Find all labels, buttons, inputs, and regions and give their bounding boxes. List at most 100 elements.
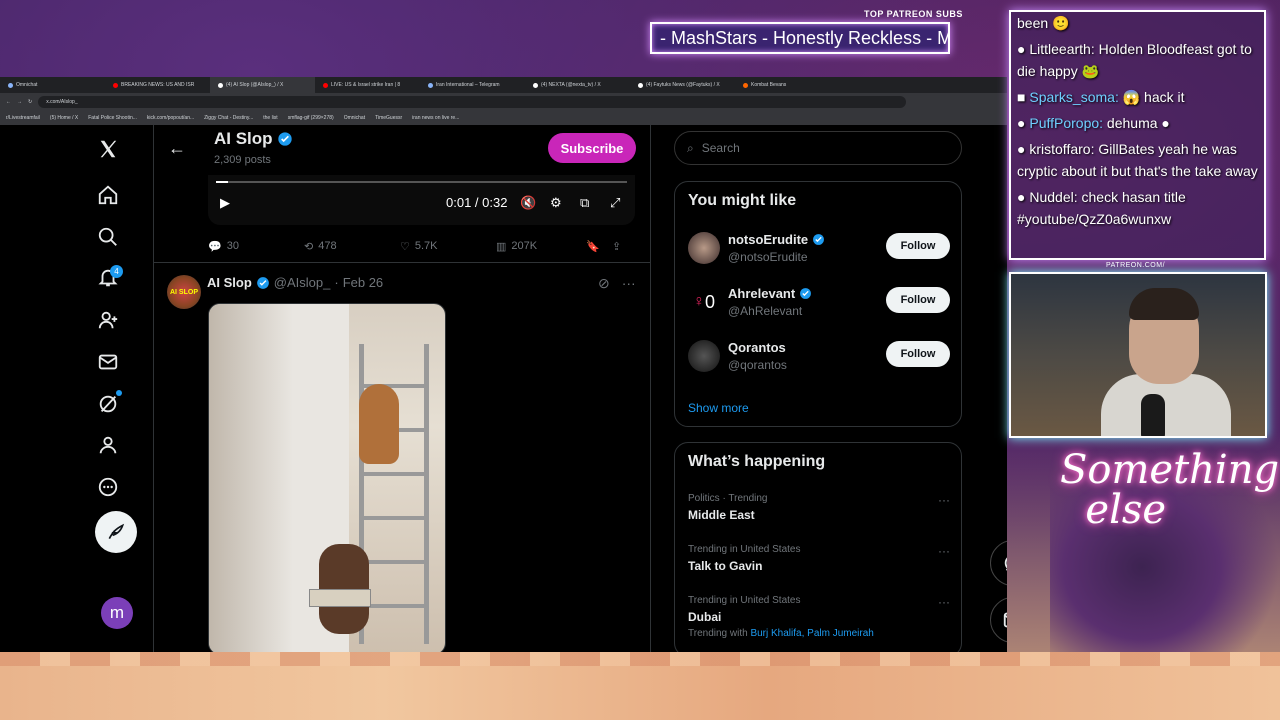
tab-nexta[interactable]: (4) NEXTA (@nexta_tv) / X: [525, 82, 630, 88]
back-nav-icon[interactable]: ←: [6, 99, 11, 105]
feather-icon: [108, 523, 125, 540]
search-placeholder: Search: [701, 141, 740, 155]
fullscreen-icon[interactable]: ⤢: [610, 195, 620, 211]
mute-icon[interactable]: 🔇: [520, 195, 536, 211]
trend-with: Trending with Burj Khalifa, Palm Jumeira…: [688, 628, 950, 639]
trend-context: Trending in United States: [688, 595, 801, 606]
account-avatar[interactable]: m: [101, 597, 133, 629]
follow-people-icon[interactable]: [96, 308, 120, 332]
tab-kombat[interactable]: Kombat Bevans: [735, 82, 840, 88]
tab-label: BREAKING NEWS: US AND ISR: [121, 82, 195, 88]
user-name: Qorantos: [728, 340, 786, 355]
tab-favicon: [743, 82, 748, 88]
who-to-follow-panel: You might like notsoErudite @notsoErudit…: [674, 181, 962, 427]
url-field[interactable]: x.com/AIslop_: [38, 96, 907, 108]
more-options-icon[interactable]: ···: [938, 544, 950, 558]
trend-item[interactable]: Trending in United States Dubai Trending…: [688, 595, 950, 639]
tab-breaking-news[interactable]: BREAKING NEWS: US AND ISR: [105, 82, 210, 88]
trend-with-links[interactable]: Burj Khalifa, Palm Jumeirah: [750, 628, 873, 639]
video-player[interactable]: ▶ 0:01 / 0:32 🔇 ⚙ ⧉ ⤢: [208, 175, 635, 225]
user-name-text: Ahrelevant: [728, 286, 796, 301]
suggested-user[interactable]: ♀ 0 Ahrelevant @AhRelevant Follow: [688, 284, 950, 324]
bookmark-item[interactable]: TimeGuessr: [375, 115, 402, 121]
bookmark-item[interactable]: Omnichat: [344, 115, 365, 121]
post-avatar[interactable]: AI SLOP: [167, 275, 201, 309]
views-button[interactable]: ▥ 207K: [496, 240, 586, 253]
bookmark-item[interactable]: (5) Home / X: [50, 115, 78, 121]
views-icon: ▥: [496, 240, 507, 253]
trend-item[interactable]: Trending in United States Talk to Gavin …: [688, 544, 950, 573]
post-author-name[interactable]: AI Slop: [207, 275, 252, 290]
bookmark-item[interactable]: Fatal Police Shootin...: [88, 115, 137, 121]
show-more-link[interactable]: Show more: [688, 401, 749, 415]
more-icon[interactable]: [96, 475, 120, 499]
play-icon[interactable]: ▶: [220, 195, 230, 211]
forward-nav-icon[interactable]: →: [17, 99, 22, 105]
verified-icon: [813, 234, 825, 245]
trend-item[interactable]: Politics · Trending Middle East ···: [688, 493, 950, 522]
bookmark-item[interactable]: r/Livestreamfail: [6, 115, 40, 121]
messages-fab-button[interactable]: [990, 597, 1007, 643]
grok-post-icon[interactable]: ⊘: [598, 275, 610, 292]
tab-bar: Omnichat BREAKING NEWS: US AND ISR (4) A…: [0, 77, 1007, 93]
pip-icon[interactable]: ⧉: [580, 195, 589, 211]
video-progress-bar[interactable]: [216, 181, 627, 183]
bookmark-item[interactable]: iran news on live re...: [412, 115, 459, 121]
post-author-handle[interactable]: @AIslop_: [274, 275, 331, 290]
suggested-user[interactable]: notsoErudite @notsoErudite Follow: [688, 230, 950, 270]
bookmark-icon[interactable]: 🔖: [586, 240, 612, 253]
tab-favicon: [428, 82, 433, 88]
chat-badge-icon: ●: [1017, 189, 1026, 205]
back-arrow-icon[interactable]: ←: [168, 138, 186, 159]
patreon-ticker-text: - MashStars - Honestly Reckless - Mc: [660, 28, 950, 48]
tab-faytuks[interactable]: (4) Faytuks News (@Faytuks) / X: [630, 82, 735, 88]
like-button[interactable]: ♡ 5.7K: [400, 240, 496, 253]
share-icon[interactable]: ⇪: [612, 240, 621, 253]
patreon-label: TOP PATREON SUBS: [864, 9, 963, 19]
chat-badge-icon: ●: [1017, 115, 1026, 131]
reload-icon[interactable]: ↻: [28, 99, 32, 105]
right-sidebar: ⌕ Search You might like notsoErudite @not…: [674, 125, 964, 652]
repost-button[interactable]: ⟲ 478: [304, 240, 400, 253]
bottom-decor-band: [0, 652, 1280, 720]
grok-fab-button[interactable]: [990, 540, 1007, 586]
suggested-user[interactable]: Qorantos @qorantos Follow: [688, 338, 950, 378]
follow-button[interactable]: Follow: [886, 233, 950, 259]
tab-omnichat[interactable]: Omnichat: [0, 82, 105, 88]
trend-context: Trending in United States: [688, 544, 801, 555]
profile-icon[interactable]: [96, 433, 120, 457]
bookmark-item[interactable]: kick.com/popout/an...: [147, 115, 194, 121]
tab-iran-international[interactable]: Iran International – Telegram: [420, 82, 525, 88]
messages-icon[interactable]: [96, 350, 120, 374]
emote-icon: 🙂: [1052, 15, 1070, 31]
search-icon[interactable]: [96, 225, 120, 249]
follow-button[interactable]: Follow: [886, 341, 950, 367]
reply-button[interactable]: 💬 30: [208, 240, 304, 253]
post-video-thumbnail[interactable]: [208, 303, 446, 652]
follow-button[interactable]: Follow: [886, 287, 950, 313]
like-count: 5.7K: [414, 240, 438, 252]
home-icon[interactable]: [96, 183, 120, 207]
microphone: [1141, 394, 1165, 436]
compose-post-button[interactable]: [95, 511, 137, 553]
more-options-icon[interactable]: ···: [938, 595, 950, 609]
tab-ai-slop[interactable]: (4) AI Slop (@AIslop_) / X: [210, 77, 315, 93]
reply-count: 30: [226, 240, 239, 252]
search-icon: ⌕: [687, 140, 694, 155]
more-options-icon[interactable]: ···: [622, 275, 636, 292]
more-options-icon[interactable]: ···: [938, 493, 950, 507]
grok-icon[interactable]: [96, 392, 120, 416]
x-logo-icon[interactable]: [96, 137, 120, 161]
settings-icon[interactable]: ⚙: [550, 195, 562, 211]
post-date[interactable]: Feb 26: [343, 275, 383, 290]
tab-favicon: [323, 82, 328, 88]
tab-live-us-israel[interactable]: LIVE: US & Israel strike Iran | 8: [315, 82, 420, 88]
bookmark-item[interactable]: smflag-gif (299×278): [288, 115, 334, 121]
bookmark-item[interactable]: the list: [263, 115, 277, 121]
subscribe-button[interactable]: Subscribe: [548, 133, 636, 163]
user-avatar: [688, 340, 720, 372]
tab-favicon: [218, 82, 223, 88]
search-input[interactable]: ⌕ Search: [674, 131, 962, 165]
person-icon: ♀: [692, 293, 705, 310]
bookmark-item[interactable]: Ziggy Chat - Destiny...: [204, 115, 253, 121]
